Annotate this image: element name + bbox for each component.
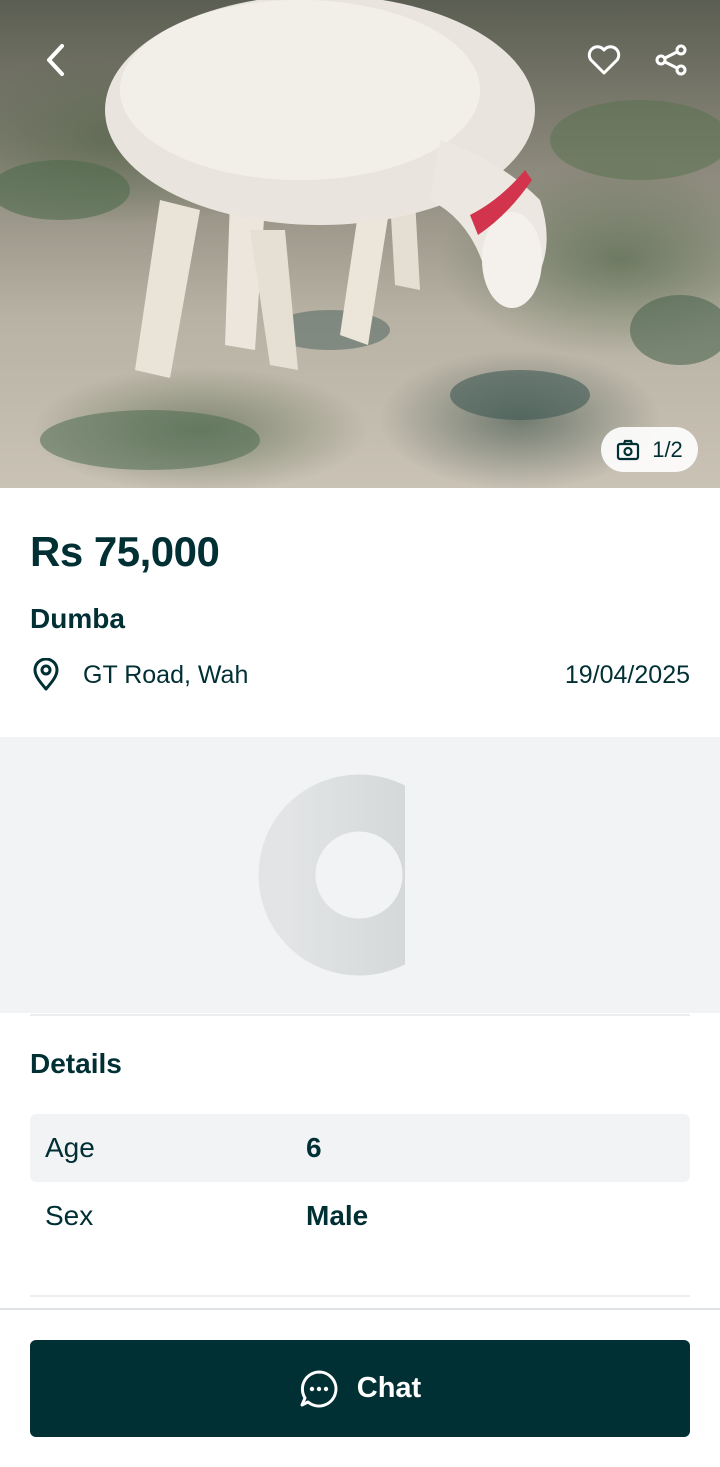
listing-price: Rs 75,000 [30, 528, 220, 575]
detail-value: Male [306, 1200, 369, 1231]
favorite-button[interactable] [580, 36, 628, 84]
chevron-left-icon [47, 44, 64, 76]
heart-icon [587, 45, 621, 75]
chat-bubble-icon [300, 1370, 338, 1407]
share-button[interactable] [647, 36, 695, 84]
details-heading: Details [30, 1048, 122, 1079]
chat-button[interactable]: Chat [30, 1340, 690, 1437]
detail-value: 6 [306, 1132, 322, 1163]
detail-row-age: Age 6 [30, 1114, 690, 1182]
camera-icon [617, 439, 640, 460]
detail-label: Age [45, 1132, 95, 1163]
detail-row-sex: Sex Male [30, 1182, 690, 1250]
posted-date: 19/04/2025 [564, 660, 690, 689]
loading-spinner-icon [258, 774, 405, 976]
share-icon [655, 44, 687, 76]
map-placeholder[interactable] [0, 737, 720, 1013]
section-divider [30, 1014, 690, 1016]
section-divider [30, 1295, 690, 1297]
chat-button-label: Chat [356, 1372, 422, 1404]
detail-label: Sex [45, 1200, 94, 1231]
location-text: GT Road, Wah [83, 660, 249, 689]
listing-title: Dumba [30, 603, 125, 634]
photo-counter-text: 1/2 [652, 436, 683, 462]
photo-counter-badge: 1/2 [601, 427, 698, 472]
back-button[interactable] [32, 36, 80, 84]
location-row: GT Road, Wah 19/04/2025 [30, 655, 690, 695]
location-pin-icon [30, 656, 68, 694]
listing-photo[interactable]: 1/2 [0, 0, 720, 488]
